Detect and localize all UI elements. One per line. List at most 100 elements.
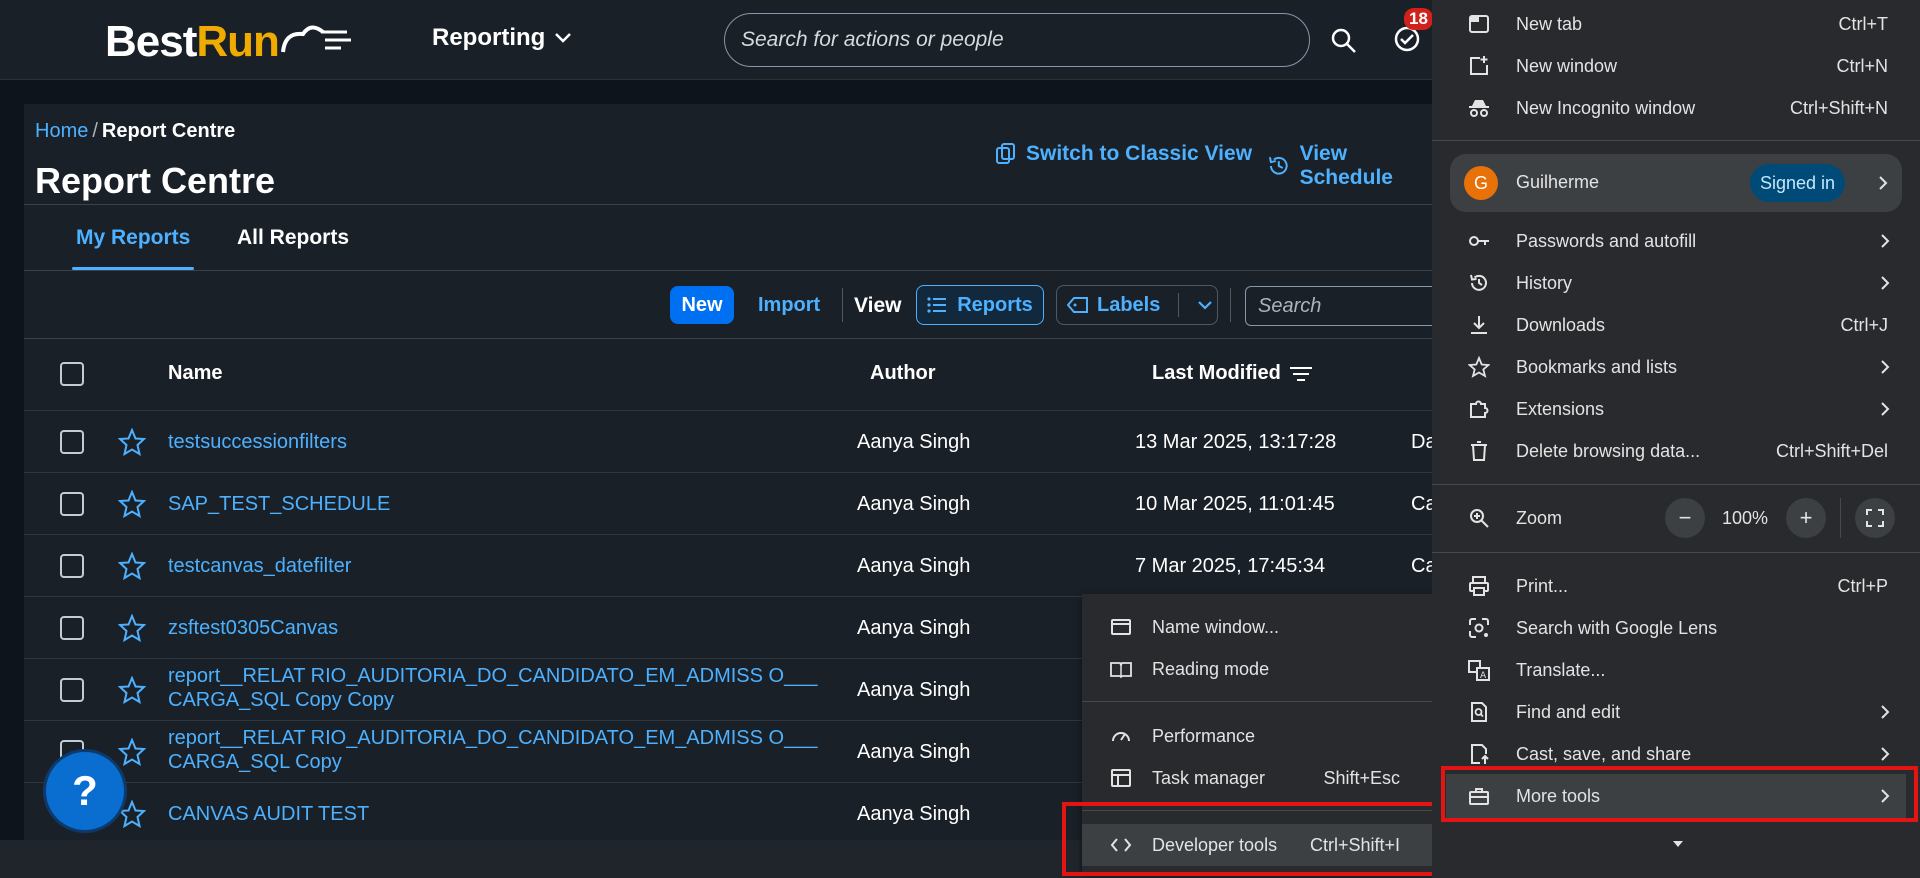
scroll-down-icon[interactable] xyxy=(1672,840,1684,848)
fullscreen-icon xyxy=(1866,509,1884,527)
menu-separator xyxy=(1432,140,1920,141)
star-icon[interactable] xyxy=(118,676,146,704)
menu-item-passwords[interactable]: Passwords and autofill xyxy=(1432,220,1920,262)
zoom-separator xyxy=(1840,498,1841,538)
menu-item-extensions[interactable]: Extensions xyxy=(1432,388,1920,430)
menu-item-new-incognito[interactable]: New Incognito window Ctrl+Shift+N xyxy=(1432,87,1920,129)
help-button[interactable]: ? xyxy=(46,752,124,830)
menu-label: Passwords and autofill xyxy=(1516,230,1697,251)
menu-item-print[interactable]: Print... Ctrl+P xyxy=(1432,565,1920,607)
star-icon[interactable] xyxy=(118,552,146,580)
menu-item-bookmarks[interactable]: Bookmarks and lists xyxy=(1432,346,1920,388)
menu-item-new-tab[interactable]: New tab Ctrl+T xyxy=(1432,3,1920,45)
header-divider xyxy=(24,204,1444,205)
menu-label: Extensions xyxy=(1516,398,1605,419)
column-header-author[interactable]: Author xyxy=(870,362,936,385)
chevron-right-icon xyxy=(1879,176,1888,190)
menu-shortcut: Ctrl+T xyxy=(1838,13,1889,34)
report-name-link[interactable]: testcanvas_datefilter xyxy=(168,554,351,578)
menu-label: Translate... xyxy=(1516,659,1606,680)
fullscreen-button[interactable] xyxy=(1855,498,1895,538)
report-name-link[interactable]: SAP_TEST_SCHEDULE xyxy=(168,492,390,516)
row-checkbox[interactable] xyxy=(60,616,84,640)
report-author: Aanya Singh xyxy=(857,493,971,515)
menu-shortcut: Shift+Esc xyxy=(1323,767,1400,788)
row-checkbox[interactable] xyxy=(60,430,84,454)
report-name-link[interactable]: zsftest0305Canvas xyxy=(168,616,338,640)
company-logo[interactable]: Best Run xyxy=(105,17,353,66)
star-icon[interactable] xyxy=(118,490,146,518)
new-report-button[interactable]: New xyxy=(670,286,734,324)
star-icon[interactable] xyxy=(118,800,146,828)
report-name-link[interactable]: report__RELAT RIO_AUDITORIA_DO_CANDIDATO… xyxy=(168,726,817,774)
menu-label: Task manager xyxy=(1152,767,1266,788)
history-icon xyxy=(1470,274,1487,291)
menu-item-delete-data[interactable]: Delete browsing data... Ctrl+Shift+Del xyxy=(1432,430,1920,472)
view-reports-label: Reports xyxy=(957,293,1033,316)
sort-icon xyxy=(1289,366,1312,381)
menu-item-task-manager[interactable]: Task manager Shift+Esc xyxy=(1082,757,1432,799)
row-checkbox[interactable] xyxy=(60,678,84,702)
tabs-divider xyxy=(24,270,1444,271)
menu-item-name-window[interactable]: Name window... xyxy=(1082,606,1432,648)
breadcrumb-home-link[interactable]: Home xyxy=(35,120,88,142)
star-icon[interactable] xyxy=(118,738,146,766)
menu-item-history[interactable]: History xyxy=(1432,262,1920,304)
toolbar-divider xyxy=(24,338,1444,339)
module-label: Reporting xyxy=(432,24,546,51)
report-name-link[interactable]: report__RELAT RIO_AUDITORIA_DO_CANDIDATO… xyxy=(168,664,817,712)
row-checkbox[interactable] xyxy=(60,554,84,578)
row-checkbox[interactable] xyxy=(60,492,84,516)
view-schedules-link[interactable]: View Schedule xyxy=(1266,142,1444,190)
menu-item-find-edit[interactable]: Find and edit xyxy=(1432,691,1920,733)
view-labels-toggle[interactable]: Labels xyxy=(1056,285,1218,325)
import-button[interactable]: Import xyxy=(758,294,820,317)
zoom-out-button[interactable]: − xyxy=(1665,498,1705,538)
view-schedules-label: View Schedule xyxy=(1299,142,1393,189)
report-name-link[interactable]: testsuccessionfilters xyxy=(168,430,347,454)
zoom-in-button[interactable]: + xyxy=(1786,498,1826,538)
report-author: Aanya Singh xyxy=(857,555,971,577)
global-search-placeholder: Search for actions or people xyxy=(741,28,1004,51)
view-label: View xyxy=(854,294,902,317)
menu-label: Delete browsing data... xyxy=(1516,440,1701,461)
switch-classic-view-link[interactable]: Switch to Classic View xyxy=(994,142,1252,166)
view-reports-toggle[interactable]: Reports xyxy=(916,285,1044,325)
star-icon[interactable] xyxy=(118,614,146,642)
chevron-down-icon[interactable] xyxy=(1197,300,1213,310)
menu-item-downloads[interactable]: Downloads Ctrl+J xyxy=(1432,304,1920,346)
lens-icon xyxy=(1469,618,1489,638)
select-all-checkbox[interactable] xyxy=(60,362,84,386)
report-author: Aanya Singh xyxy=(857,679,971,701)
menu-item-new-window[interactable]: New window Ctrl+N xyxy=(1432,45,1920,87)
toolbar-separator xyxy=(842,288,843,322)
report-search-input[interactable]: Search xyxy=(1245,286,1445,326)
tab-all-reports[interactable]: All Reports xyxy=(237,226,349,250)
menu-label: New window xyxy=(1516,55,1618,76)
profile-row[interactable]: G Guilherme Signed in xyxy=(1450,154,1902,212)
breadcrumb-separator: / xyxy=(92,120,98,142)
search-icon[interactable] xyxy=(1329,26,1359,56)
avatar: G xyxy=(1464,166,1498,200)
column-header-last-modified[interactable]: Last Modified xyxy=(1152,362,1313,385)
star-icon[interactable] xyxy=(118,428,146,456)
segment-separator xyxy=(1178,293,1180,317)
tag-icon xyxy=(1067,297,1088,313)
menu-item-google-lens[interactable]: Search with Google Lens xyxy=(1432,607,1920,649)
zoom-level: 100% xyxy=(1722,508,1769,528)
report-author: Aanya Singh xyxy=(857,741,971,763)
menu-item-reading-mode[interactable]: Reading mode xyxy=(1082,648,1432,690)
column-header-name[interactable]: Name xyxy=(168,362,222,385)
report-name-link[interactable]: CANVAS AUDIT TEST xyxy=(168,802,369,826)
new-window-icon xyxy=(1470,56,1488,75)
report-name-line: report__RELAT RIO_AUDITORIA_DO_CANDIDATO… xyxy=(168,727,818,749)
tab-my-reports[interactable]: My Reports xyxy=(76,226,190,250)
menu-item-translate[interactable]: A Translate... xyxy=(1432,649,1920,691)
report-modified: 13 Mar 2025, 13:17:28 xyxy=(1135,431,1337,453)
star-icon xyxy=(1468,356,1490,378)
module-switcher[interactable]: Reporting xyxy=(432,24,572,52)
logo-text-run: Run xyxy=(196,17,280,66)
download-icon xyxy=(1471,316,1487,334)
global-search-input[interactable]: Search for actions or people xyxy=(724,13,1310,67)
menu-item-performance[interactable]: Performance xyxy=(1082,715,1432,757)
